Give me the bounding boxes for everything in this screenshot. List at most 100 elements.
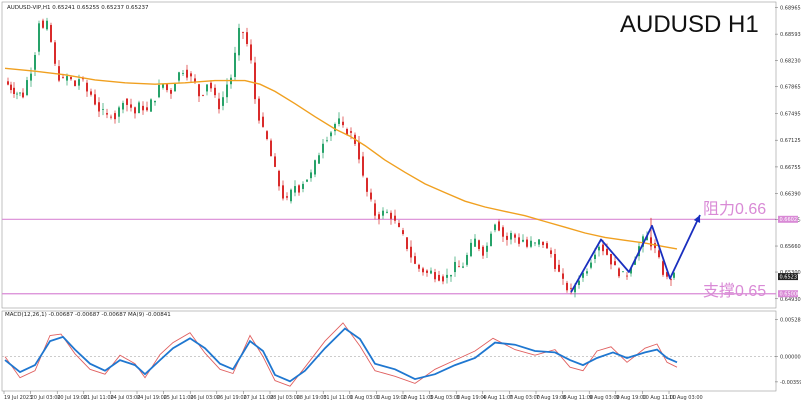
- candle-body: [182, 73, 184, 74]
- candle-body: [370, 192, 372, 200]
- candle-body: [374, 203, 376, 216]
- time-tick-label: 26 Jul 03:00: [190, 395, 220, 401]
- candle-body: [62, 76, 64, 78]
- candle-body: [394, 215, 396, 221]
- candle-body: [562, 273, 564, 279]
- candle-body: [150, 99, 152, 112]
- candle-body: [358, 141, 360, 160]
- candle-body: [382, 210, 384, 216]
- candle-body: [366, 178, 368, 192]
- candle-body: [386, 211, 388, 213]
- candle-body: [506, 235, 508, 240]
- candle-body: [130, 104, 132, 108]
- candle-body: [38, 23, 40, 52]
- candle-body: [590, 262, 592, 268]
- candle-body: [310, 172, 312, 179]
- candle-body: [362, 156, 364, 176]
- candle-body: [622, 271, 624, 273]
- candle-body: [50, 24, 52, 42]
- candle-body: [306, 179, 308, 182]
- candle-body: [518, 237, 520, 244]
- candle-body: [566, 282, 568, 291]
- candle-body: [454, 261, 456, 273]
- candle-body: [74, 80, 76, 87]
- candle-body: [474, 238, 476, 247]
- candle-body: [486, 245, 488, 252]
- candle-body: [170, 89, 172, 94]
- price-tick-label: 0.68593: [780, 32, 801, 38]
- candle-body: [406, 237, 408, 249]
- candle-body: [262, 116, 264, 127]
- candle-body: [542, 241, 544, 246]
- candle-body: [598, 246, 600, 251]
- candle-body: [594, 254, 596, 260]
- candle-body: [278, 170, 280, 187]
- candle-body: [158, 84, 160, 98]
- candle-body: [174, 83, 176, 92]
- candle-body: [106, 113, 108, 115]
- candle-body: [294, 186, 296, 193]
- candle-body: [618, 268, 620, 277]
- macd-header: MACD(12,26,1) -0.00687 -0.00687 -0.00687…: [5, 312, 171, 318]
- price-tick-label: 0.68965: [780, 5, 801, 11]
- candle-body: [314, 160, 316, 175]
- time-tick-label: 26 Jul 19:00: [217, 395, 247, 401]
- price-tick-label: 0.67125: [780, 138, 801, 144]
- candle-body: [206, 84, 208, 92]
- candle-body: [16, 93, 18, 95]
- candle-body: [198, 84, 200, 97]
- candle-body: [54, 42, 56, 64]
- candle-body: [478, 240, 480, 249]
- candle-body: [558, 264, 560, 272]
- candle-body: [202, 95, 204, 96]
- candle-body: [22, 92, 24, 98]
- candle-body: [330, 132, 332, 137]
- candle-body: [426, 270, 428, 273]
- macd-tick-label: 0.00528: [780, 317, 801, 323]
- time-tick-label: 31 Jul 11:00: [323, 395, 353, 401]
- candle-body: [266, 131, 268, 140]
- candle-body: [214, 87, 216, 96]
- candle-body: [342, 121, 344, 126]
- time-tick-label: 21 Jul 11:00: [84, 395, 114, 401]
- candle-body: [498, 221, 500, 231]
- candle-body: [94, 94, 96, 105]
- candle-body: [578, 280, 580, 286]
- candle-body: [446, 274, 448, 278]
- candle-body: [658, 250, 660, 258]
- candle-body: [402, 230, 404, 234]
- candle-body: [26, 80, 28, 96]
- candle-body: [670, 279, 672, 281]
- candle-body: [410, 246, 412, 258]
- candle-body: [190, 73, 192, 77]
- candle-body: [218, 98, 220, 110]
- chart-title: AUDUSD H1: [620, 11, 759, 38]
- candle-body: [554, 253, 556, 270]
- candle-body: [318, 155, 320, 164]
- candle-body: [326, 140, 328, 142]
- candle-body: [282, 185, 284, 199]
- candle-body: [482, 246, 484, 256]
- candle-body: [234, 52, 236, 77]
- candle-body: [338, 118, 340, 124]
- resistance-price-tag: 0.66023: [780, 217, 801, 223]
- candle-body: [422, 268, 424, 273]
- candle-body: [462, 266, 464, 268]
- price-tick-label: 0.66390: [780, 191, 801, 197]
- price-tick-label: 0.65660: [780, 244, 801, 250]
- current-price-tag: 0.65237: [780, 274, 801, 280]
- candle-body: [470, 242, 472, 257]
- candle-body: [494, 224, 496, 231]
- candle-body: [254, 62, 256, 100]
- candle-body: [538, 239, 540, 245]
- candle-body: [534, 242, 536, 244]
- support-price-tag: 0.65000: [780, 292, 801, 298]
- price-tick-label: 0.67865: [780, 85, 801, 91]
- candle-body: [614, 261, 616, 266]
- candle-body: [7, 81, 9, 85]
- candle-body: [418, 264, 420, 269]
- candle-body: [626, 275, 628, 277]
- candle-body: [118, 107, 120, 117]
- candle-body: [226, 84, 228, 98]
- candle-body: [438, 274, 440, 281]
